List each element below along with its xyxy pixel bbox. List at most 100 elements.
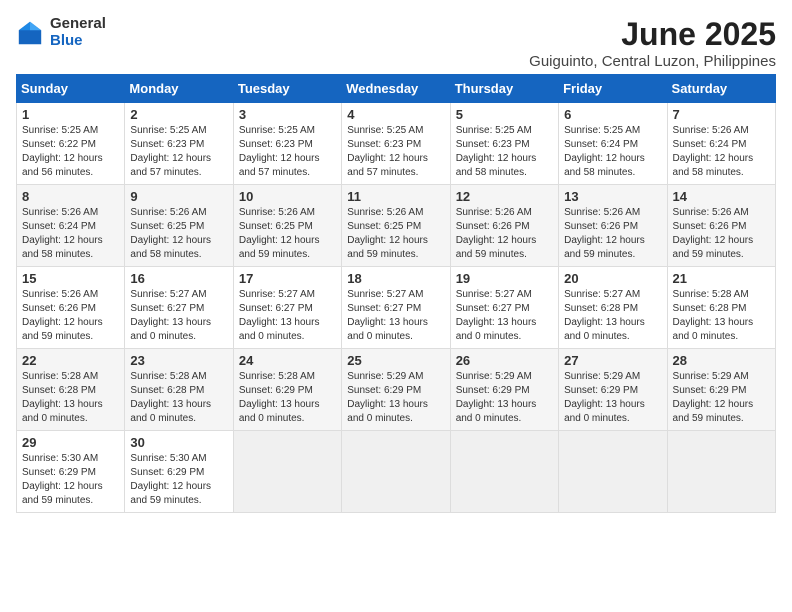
day-info: Sunrise: 5:30 AM Sunset: 6:29 PM Dayligh…	[130, 452, 227, 508]
day-info: Sunrise: 5:25 AM Sunset: 6:23 PM Dayligh…	[130, 124, 227, 180]
calendar-cell: 6 Sunrise: 5:25 AM Sunset: 6:24 PM Daylig…	[559, 103, 667, 185]
logo-blue: Blue	[50, 33, 106, 50]
calendar-cell: 9 Sunrise: 5:26 AM Sunset: 6:25 PM Daylig…	[125, 185, 233, 267]
day-info: Sunrise: 5:29 AM Sunset: 6:29 PM Dayligh…	[456, 370, 553, 426]
day-number: 28	[673, 353, 770, 368]
day-number: 6	[564, 107, 661, 122]
calendar-row: 1Sunrise: 5:25 AM Sunset: 6:22 PM Daylig…	[17, 103, 776, 185]
calendar-cell: 1Sunrise: 5:25 AM Sunset: 6:22 PM Daylig…	[17, 103, 125, 185]
day-number: 4	[347, 107, 444, 122]
day-info: Sunrise: 5:28 AM Sunset: 6:28 PM Dayligh…	[22, 370, 119, 426]
col-sunday: Sunday	[17, 75, 125, 103]
calendar-cell	[342, 431, 450, 513]
day-info: Sunrise: 5:25 AM Sunset: 6:23 PM Dayligh…	[456, 124, 553, 180]
calendar-cell: 13 Sunrise: 5:26 AM Sunset: 6:26 PM Dayli…	[559, 185, 667, 267]
calendar-cell: 28Sunrise: 5:29 AM Sunset: 6:29 PM Dayli…	[667, 349, 775, 431]
day-number: 24	[239, 353, 336, 368]
day-info: Sunrise: 5:27 AM Sunset: 6:27 PM Dayligh…	[347, 288, 444, 344]
day-number: 26	[456, 353, 553, 368]
col-wednesday: Wednesday	[342, 75, 450, 103]
calendar-cell: 3Sunrise: 5:25 AM Sunset: 6:23 PM Daylig…	[233, 103, 341, 185]
day-number: 23	[130, 353, 227, 368]
day-info: Sunrise: 5:26 AM Sunset: 6:25 PM Dayligh…	[239, 206, 336, 262]
logo-general: General	[50, 16, 106, 33]
calendar-cell: 15 Sunrise: 5:26 AM Sunset: 6:26 PM Dayli…	[17, 267, 125, 349]
calendar-cell: 20 Sunrise: 5:27 AM Sunset: 6:28 PM Dayli…	[559, 267, 667, 349]
day-number: 15	[22, 271, 119, 286]
page-header: General Blue June 2025 Guiguinto, Centra…	[16, 16, 776, 70]
calendar-cell: 30 Sunrise: 5:30 AM Sunset: 6:29 PM Dayli…	[125, 431, 233, 513]
day-info: Sunrise: 5:25 AM Sunset: 6:24 PM Dayligh…	[564, 124, 661, 180]
calendar-cell: 12 Sunrise: 5:26 AM Sunset: 6:26 PM Dayli…	[450, 185, 558, 267]
calendar-cell: 16 Sunrise: 5:27 AM Sunset: 6:27 PM Dayli…	[125, 267, 233, 349]
col-thursday: Thursday	[450, 75, 558, 103]
day-number: 2	[130, 107, 227, 122]
calendar-cell: 2 Sunrise: 5:25 AM Sunset: 6:23 PM Daylig…	[125, 103, 233, 185]
logo: General Blue	[16, 16, 106, 49]
calendar-cell: 10 Sunrise: 5:26 AM Sunset: 6:25 PM Dayli…	[233, 185, 341, 267]
calendar-header: Sunday Monday Tuesday Wednesday Thursday…	[17, 75, 776, 103]
day-info: Sunrise: 5:26 AM Sunset: 6:26 PM Dayligh…	[456, 206, 553, 262]
calendar-cell: 22 Sunrise: 5:28 AM Sunset: 6:28 PM Dayli…	[17, 349, 125, 431]
calendar-cell: 23 Sunrise: 5:28 AM Sunset: 6:28 PM Dayli…	[125, 349, 233, 431]
day-info: Sunrise: 5:27 AM Sunset: 6:27 PM Dayligh…	[456, 288, 553, 344]
day-number: 13	[564, 189, 661, 204]
page-title: June 2025	[529, 16, 776, 53]
day-info: Sunrise: 5:29 AM Sunset: 6:29 PM Dayligh…	[347, 370, 444, 426]
day-number: 11	[347, 189, 444, 204]
day-number: 22	[22, 353, 119, 368]
day-info: Sunrise: 5:26 AM Sunset: 6:24 PM Dayligh…	[22, 206, 119, 262]
day-number: 9	[130, 189, 227, 204]
calendar-table: Sunday Monday Tuesday Wednesday Thursday…	[16, 74, 776, 513]
day-number: 30	[130, 435, 227, 450]
day-info: Sunrise: 5:25 AM Sunset: 6:22 PM Dayligh…	[22, 124, 119, 180]
col-friday: Friday	[559, 75, 667, 103]
title-block: June 2025 Guiguinto, Central Luzon, Phil…	[529, 16, 776, 70]
calendar-cell: 4Sunrise: 5:25 AM Sunset: 6:23 PM Daylig…	[342, 103, 450, 185]
day-info: Sunrise: 5:26 AM Sunset: 6:25 PM Dayligh…	[347, 206, 444, 262]
day-number: 17	[239, 271, 336, 286]
day-info: Sunrise: 5:26 AM Sunset: 6:25 PM Dayligh…	[130, 206, 227, 262]
day-number: 5	[456, 107, 553, 122]
calendar-cell: 24 Sunrise: 5:28 AM Sunset: 6:29 PM Dayli…	[233, 349, 341, 431]
day-info: Sunrise: 5:27 AM Sunset: 6:27 PM Dayligh…	[130, 288, 227, 344]
calendar-cell	[667, 431, 775, 513]
calendar-row: 22 Sunrise: 5:28 AM Sunset: 6:28 PM Dayli…	[17, 349, 776, 431]
calendar-cell	[233, 431, 341, 513]
calendar-row: 8Sunrise: 5:26 AM Sunset: 6:24 PM Daylig…	[17, 185, 776, 267]
day-number: 10	[239, 189, 336, 204]
day-number: 16	[130, 271, 227, 286]
logo-text: General Blue	[50, 16, 106, 49]
day-number: 18	[347, 271, 444, 286]
col-monday: Monday	[125, 75, 233, 103]
calendar-cell: 7Sunrise: 5:26 AM Sunset: 6:24 PM Daylig…	[667, 103, 775, 185]
calendar-cell: 25 Sunrise: 5:29 AM Sunset: 6:29 PM Dayli…	[342, 349, 450, 431]
calendar-row: 15 Sunrise: 5:26 AM Sunset: 6:26 PM Dayli…	[17, 267, 776, 349]
day-info: Sunrise: 5:27 AM Sunset: 6:27 PM Dayligh…	[239, 288, 336, 344]
day-number: 14	[673, 189, 770, 204]
day-number: 25	[347, 353, 444, 368]
day-info: Sunrise: 5:28 AM Sunset: 6:28 PM Dayligh…	[130, 370, 227, 426]
day-info: Sunrise: 5:28 AM Sunset: 6:29 PM Dayligh…	[239, 370, 336, 426]
day-info: Sunrise: 5:29 AM Sunset: 6:29 PM Dayligh…	[564, 370, 661, 426]
day-info: Sunrise: 5:26 AM Sunset: 6:26 PM Dayligh…	[22, 288, 119, 344]
day-info: Sunrise: 5:27 AM Sunset: 6:28 PM Dayligh…	[564, 288, 661, 344]
day-number: 19	[456, 271, 553, 286]
col-tuesday: Tuesday	[233, 75, 341, 103]
day-number: 21	[673, 271, 770, 286]
calendar-body: 1Sunrise: 5:25 AM Sunset: 6:22 PM Daylig…	[17, 103, 776, 513]
calendar-cell: 21Sunrise: 5:28 AM Sunset: 6:28 PM Dayli…	[667, 267, 775, 349]
calendar-cell: 29Sunrise: 5:30 AM Sunset: 6:29 PM Dayli…	[17, 431, 125, 513]
day-number: 12	[456, 189, 553, 204]
calendar-cell: 14 Sunrise: 5:26 AM Sunset: 6:26 PM Dayli…	[667, 185, 775, 267]
calendar-cell: 17 Sunrise: 5:27 AM Sunset: 6:27 PM Dayli…	[233, 267, 341, 349]
day-info: Sunrise: 5:26 AM Sunset: 6:26 PM Dayligh…	[673, 206, 770, 262]
page-subtitle: Guiguinto, Central Luzon, Philippines	[529, 53, 776, 70]
calendar-row: 29Sunrise: 5:30 AM Sunset: 6:29 PM Dayli…	[17, 431, 776, 513]
day-number: 20	[564, 271, 661, 286]
day-info: Sunrise: 5:25 AM Sunset: 6:23 PM Dayligh…	[239, 124, 336, 180]
calendar-cell	[559, 431, 667, 513]
day-info: Sunrise: 5:26 AM Sunset: 6:26 PM Dayligh…	[564, 206, 661, 262]
header-row: Sunday Monday Tuesday Wednesday Thursday…	[17, 75, 776, 103]
col-saturday: Saturday	[667, 75, 775, 103]
